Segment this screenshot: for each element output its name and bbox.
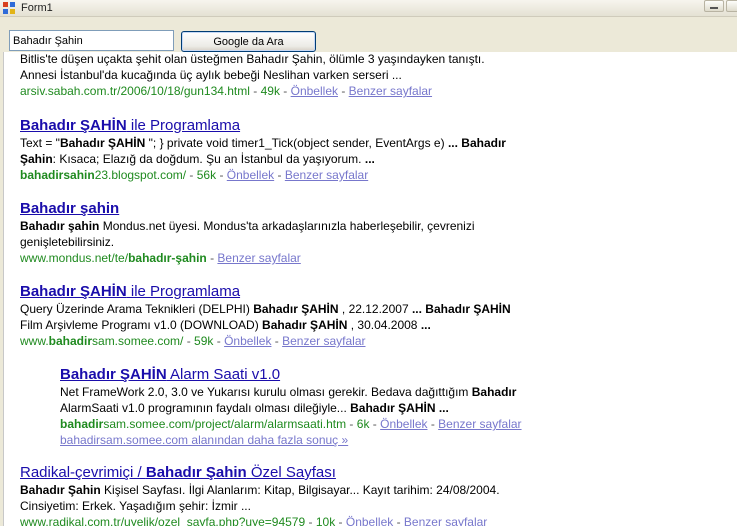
result-title-link[interactable]: Bahadır şahin (20, 200, 620, 218)
search-result: Bahadır ŞAHİN ile Programlama Text = "Ba… (20, 117, 620, 183)
more-results-link[interactable]: bahadirsam.somee.com alanından daha fazl… (60, 432, 660, 448)
result-meta: bahadirsahin23.blogspot.com/ - 56k - Önb… (20, 168, 369, 182)
result-snippet: Bahadır şahin Mondus.net üyesi. Mondus't… (20, 219, 475, 233)
search-result-indented: Bahadır ŞAHİN Alarm Saati v1.0 Net Frame… (60, 366, 660, 448)
similar-pages-link[interactable]: Benzer sayfalar (285, 168, 368, 182)
minimize-icon (710, 7, 718, 9)
search-result: Bahadır ŞAHİN ile Programlama Query Üzer… (20, 283, 620, 349)
cache-link[interactable]: Önbellek (291, 84, 338, 98)
result-snippet: Bahadır Şahin Kişisel Sayfası. İlgi Alan… (20, 483, 500, 497)
cache-link[interactable]: Önbellek (224, 334, 271, 348)
result-url: www.mondus.net/te/bahadır-şahin (20, 251, 207, 265)
result-snippet: Bitlis'te düşen uçakta şehit olan üsteğm… (20, 52, 485, 66)
result-title-link[interactable]: Bahadır ŞAHİN ile Programlama (20, 117, 620, 135)
title-bar: Form1 (0, 0, 737, 17)
search-result: Bahadır şahin Bahadır şahin Mondus.net ü… (20, 200, 620, 266)
similar-pages-link[interactable]: Benzer sayfalar (217, 251, 300, 265)
search-input[interactable] (9, 30, 174, 51)
result-meta: www.radikal.com.tr/uyelik/ozel_sayfa.php… (20, 514, 620, 526)
result-snippet: Şahin: Kısaca; Elazığ da doğdum. Şu an İ… (20, 152, 375, 166)
maximize-button[interactable] (726, 0, 737, 12)
form-icon (3, 2, 17, 15)
cache-link[interactable]: Önbellek (346, 515, 393, 526)
result-meta: www.mondus.net/te/bahadır-şahin - Benzer… (20, 251, 301, 265)
result-snippet: Annesi İstanbul'da kucağında üç aylık be… (20, 68, 402, 82)
minimize-button[interactable] (704, 0, 724, 12)
result-size: 59k (194, 334, 214, 348)
result-snippet: Text = "Bahadır ŞAHİN "; } private void … (20, 136, 506, 150)
similar-pages-link[interactable]: Benzer sayfalar (349, 84, 432, 98)
result-url: www.bahadirsam.somee.com/ (20, 334, 184, 348)
cache-link[interactable]: Önbellek (380, 417, 427, 431)
result-url: bahadirsam.somee.com/project/alarm/alarm… (60, 417, 347, 431)
google-search-button[interactable]: Google da Ara (181, 31, 316, 52)
result-title-link[interactable]: Radikal-çevrimiçi / Bahadır Şahin Özel S… (20, 464, 620, 482)
result-size: 6k (356, 417, 370, 431)
result-size: 10k (315, 515, 336, 526)
result-snippet: Cinsiyetim: Erkek. Yaşadığım şehir: İzmi… (20, 499, 251, 513)
result-title-link[interactable]: Bahadır ŞAHİN Alarm Saati v1.0 (60, 366, 660, 384)
result-url: www.radikal.com.tr/uyelik/ozel_sayfa.php… (20, 515, 306, 526)
search-result: Bitlis'te düşen uçakta şehit olan üsteğm… (20, 52, 620, 99)
result-snippet: Query Üzerinde Arama Teknikleri (DELPHI)… (20, 302, 511, 316)
similar-pages-link[interactable]: Benzer sayfalar (282, 334, 365, 348)
result-url: bahadirsahin23.blogspot.com/ (20, 168, 187, 182)
cache-link[interactable]: Önbellek (227, 168, 274, 182)
similar-pages-link[interactable]: Benzer sayfalar (438, 417, 521, 431)
result-snippet: genişletebilirsiniz. (20, 235, 115, 249)
window-title: Form1 (21, 2, 53, 14)
result-meta: bahadirsam.somee.com/project/alarm/alarm… (60, 417, 522, 431)
similar-pages-link[interactable]: Benzer sayfalar (404, 515, 487, 526)
result-snippet: Film Arşivleme Programı v1.0 (DOWNLOAD) … (20, 318, 431, 332)
result-title-link[interactable]: Bahadır ŞAHİN ile Programlama (20, 283, 620, 301)
result-size: 56k (196, 168, 217, 182)
result-meta: arsiv.sabah.com.tr/2006/10/18/gun134.htm… (20, 84, 433, 98)
results-browser[interactable]: Bitlis'te düşen uçakta şehit olan üsteğm… (3, 52, 737, 526)
result-size: 49k (260, 84, 280, 98)
result-snippet: Net FrameWork 2.0, 3.0 ve Yukarısı kurul… (60, 385, 517, 399)
result-snippet: AlarmSaati v1.0 programının faydalı olma… (60, 401, 449, 415)
result-url: arsiv.sabah.com.tr/2006/10/18/gun134.htm… (20, 84, 250, 98)
search-result: Radikal-çevrimiçi / Bahadır Şahin Özel S… (20, 464, 620, 526)
result-meta: www.bahadirsam.somee.com/ - 59k - Önbell… (20, 334, 366, 348)
